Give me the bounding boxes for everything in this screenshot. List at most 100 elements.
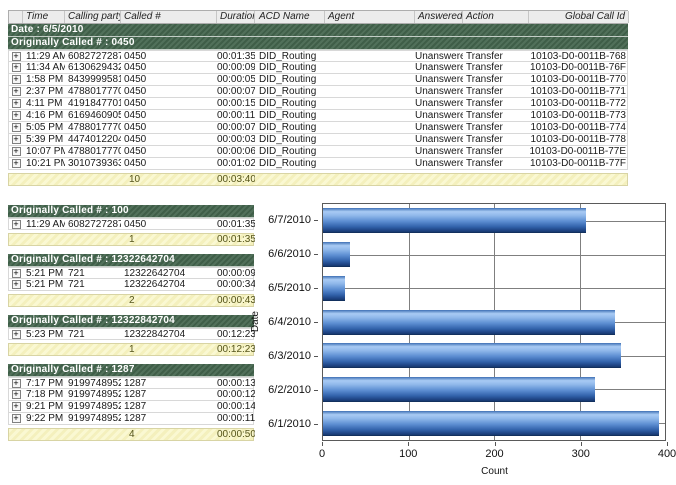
expand-row-button[interactable]: +: [12, 52, 21, 61]
cell-acd: DID_Routing: [255, 98, 325, 109]
cell-duration: 00:01:02: [217, 158, 255, 169]
cell-time: 5:39 PM: [23, 134, 65, 145]
cell-global-id: 10103-D0-0011B-771: [529, 86, 629, 97]
cell-called: 0450: [121, 98, 217, 109]
expand-row-button[interactable]: +: [12, 402, 21, 411]
cell-calling: 6130629432: [65, 62, 121, 73]
cell-calling: 721: [65, 268, 121, 278]
cell-time: 9:21 PM: [23, 401, 65, 412]
expand-row-button[interactable]: +: [12, 390, 21, 399]
cell-action: Transfer: [463, 86, 529, 97]
expand-row-button[interactable]: +: [12, 269, 21, 278]
cell-called: 12322642704: [121, 279, 217, 290]
cell-global-id: 10103-D0-0011B-77F: [529, 158, 629, 169]
x-tick-label: 0: [319, 448, 325, 460]
x-axis-title: Count: [322, 466, 667, 477]
cell-called: 0450: [121, 146, 217, 157]
summary-row: 1000:03:40: [8, 173, 628, 186]
cell-calling: 9199748952: [65, 401, 121, 412]
cell-calling: 4191847701: [65, 98, 121, 109]
y-tick-mark: [314, 322, 318, 323]
cell-time: 5:23 PM: [23, 329, 65, 339]
cell-time: 5:05 PM: [23, 122, 65, 133]
cell-calling: 6082727287: [65, 51, 121, 61]
expand-row-button[interactable]: +: [12, 379, 21, 388]
cell-called: 0450: [121, 62, 217, 73]
h-gridline: [323, 288, 665, 289]
cell-called: 1287: [121, 413, 217, 424]
expand-row-button[interactable]: +: [12, 147, 21, 156]
cell-global-id: 10103-D0-0011B-770: [529, 74, 629, 85]
group-rows: +5:21 PM7211232264270400:00:09+5:21 PM72…: [8, 267, 254, 291]
y-tick-mark: [314, 288, 318, 289]
x-tick-mark: [581, 442, 582, 446]
cell-action: Transfer: [463, 74, 529, 85]
y-tick-text: 6/2/2010: [268, 384, 311, 396]
expand-row-button[interactable]: +: [12, 159, 21, 168]
column-header-answered: Answered: [415, 11, 463, 23]
expand-cell: +: [9, 122, 23, 133]
expand-row-button[interactable]: +: [12, 220, 21, 229]
expand-row-button[interactable]: +: [12, 63, 21, 72]
cell-calling: 9199748952: [65, 413, 121, 424]
column-header-global-call-id: Global Call Id: [529, 11, 629, 23]
chart-category-row: [323, 406, 665, 440]
cell-called: 1287: [121, 401, 217, 412]
cell-acd: DID_Routing: [255, 74, 325, 85]
cell-called: 0450: [121, 86, 217, 97]
expand-row-button[interactable]: +: [12, 99, 21, 108]
group-rows: +11:29 AM6082727287045000:01:35: [8, 218, 254, 230]
chart-bar: [323, 242, 350, 267]
cell-answered: Unanswered: [415, 110, 463, 121]
cell-called: 12322842704: [121, 329, 217, 339]
summary-row: 200:00:43: [8, 294, 254, 307]
expand-cell: +: [9, 329, 23, 339]
expand-cell: +: [9, 134, 23, 145]
expand-row-button[interactable]: +: [12, 280, 21, 289]
cell-duration: 00:00:07: [217, 122, 255, 133]
y-tick-label: 6/3/2010: [248, 339, 318, 373]
expand-row-button[interactable]: +: [12, 414, 21, 423]
cell-answered: Unanswered: [415, 62, 463, 73]
expand-cell: +: [9, 219, 23, 229]
expand-row-button[interactable]: +: [12, 87, 21, 96]
x-tick-mark: [495, 442, 496, 446]
x-tick-mark: [322, 442, 323, 446]
table-row: +11:29 AM6082727287045000:01:35: [8, 218, 254, 230]
cell-calling: 721: [65, 279, 121, 290]
cell-duration: 00:00:03: [217, 134, 255, 145]
cell-calling: 4474012204: [65, 134, 121, 145]
group-section: Originally Called # : 1287+7:17 PM919974…: [8, 364, 254, 441]
group-rows: +5:23 PM7211232284270400:12:23: [8, 328, 254, 340]
expand-row-button[interactable]: +: [12, 111, 21, 120]
cell-global-id: 10103-D0-0011B-76F: [529, 62, 629, 73]
y-axis-title: Date: [250, 311, 261, 332]
cell-called: 0450: [121, 110, 217, 121]
x-axis-ticks: [322, 442, 667, 446]
y-tick-text: 6/3/2010: [268, 350, 311, 362]
x-axis-tick-labels: 0100200300400: [322, 448, 667, 461]
cell-time: 1:58 PM: [23, 74, 65, 85]
cell-calling: 8439999581: [65, 74, 121, 85]
table-header-row: TimeCalling party #Called #DurationACD N…: [8, 10, 628, 24]
group-section: Originally Called # : 100+11:29 AM608272…: [8, 205, 254, 246]
cell-agent: [325, 134, 415, 145]
summary-count: 10: [121, 174, 217, 185]
chart-category-row: [323, 271, 665, 305]
expand-row-button[interactable]: +: [12, 75, 21, 84]
expand-row-button[interactable]: +: [12, 135, 21, 144]
chart-bar: [323, 310, 615, 335]
cell-called: 0450: [121, 134, 217, 145]
cell-time: 5:21 PM: [23, 279, 65, 290]
expand-row-button[interactable]: +: [12, 123, 21, 132]
column-header-action: Action: [463, 11, 529, 23]
expand-row-button[interactable]: +: [12, 330, 21, 339]
cell-duration: 00:00:15: [217, 98, 255, 109]
x-tick-label: 300: [572, 448, 590, 460]
cell-duration: 00:00:05: [217, 74, 255, 85]
chart-plot-area: [322, 203, 666, 441]
cell-time: 11:34 AM: [23, 62, 65, 73]
y-tick-text: 6/7/2010: [268, 214, 311, 226]
summary-count: 4: [121, 429, 217, 440]
table-row: +5:23 PM7211232284270400:12:23: [8, 328, 254, 340]
